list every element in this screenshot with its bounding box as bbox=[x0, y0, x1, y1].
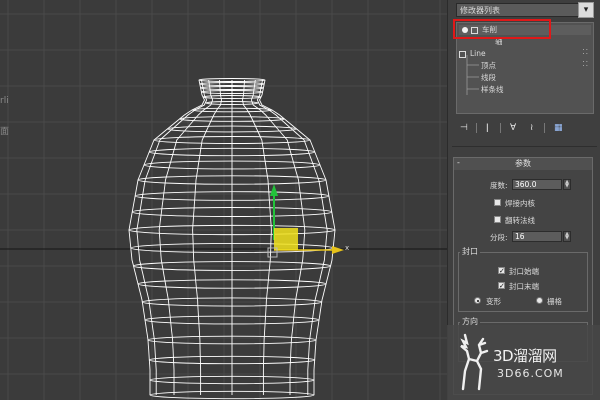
flip-normals-checkbox[interactable] bbox=[494, 216, 501, 223]
perspective-viewport[interactable]: x rli 面 bbox=[0, 0, 447, 400]
flip-normals-label: 翻转法线 bbox=[505, 216, 535, 225]
toolbar-separator bbox=[500, 123, 501, 133]
rollout-title[interactable]: 参数 bbox=[454, 158, 592, 170]
gizmo-xy-plane bbox=[274, 228, 298, 250]
remove-modifier-icon[interactable]: ≀ bbox=[530, 121, 533, 135]
capping-title: 封口 bbox=[460, 246, 480, 257]
vertex-dots-icon: ⁚⁚ bbox=[582, 60, 589, 68]
segments-input[interactable]: 16 bbox=[512, 231, 562, 242]
segments-label: 分段: bbox=[490, 233, 508, 242]
panel-divider bbox=[452, 146, 597, 147]
pin-stack-icon[interactable]: ⊣ bbox=[460, 121, 468, 135]
stack-toolbar: ⊣ ǀ ∀ ≀ ▦ bbox=[458, 121, 588, 135]
grid-label: 栅格 bbox=[547, 297, 562, 306]
tree-lines bbox=[466, 55, 479, 95]
show-end-result-icon[interactable]: ǀ bbox=[486, 121, 489, 135]
degrees-label: 度数: bbox=[490, 181, 508, 190]
toolbar-separator bbox=[476, 123, 477, 133]
segments-spinner[interactable]: ▲ ▼ bbox=[563, 231, 571, 242]
weld-core-label: 焊接内核 bbox=[505, 199, 535, 208]
cap-end-checkbox[interactable]: ✓ bbox=[498, 282, 505, 290]
watermark: 3D溜溜网 3D66.COM bbox=[447, 325, 600, 400]
cap-start-label: 封口始端 bbox=[509, 267, 539, 276]
deer-logo-icon bbox=[460, 333, 489, 391]
degrees-spinner[interactable]: ▲ ▼ bbox=[563, 179, 571, 190]
morph-radio[interactable] bbox=[474, 297, 481, 304]
wireframe-canvas[interactable]: x bbox=[0, 0, 447, 400]
stack-item-spline[interactable]: 样条线 bbox=[481, 85, 504, 95]
cap-start-checkbox[interactable]: ✓ bbox=[498, 267, 505, 275]
stack-item-vertex[interactable]: 顶点 bbox=[481, 61, 496, 71]
left-edge-fragment: 面 bbox=[0, 127, 10, 137]
vase-profile-line bbox=[136, 79, 208, 395]
grid-radio[interactable] bbox=[536, 297, 543, 304]
left-edge-fragment: rli bbox=[0, 96, 9, 106]
watermark-url: 3D66.COM bbox=[497, 367, 564, 380]
modifier-list-dropdown[interactable]: 修改器列表 bbox=[456, 3, 584, 17]
gizmo-x-label: x bbox=[345, 244, 349, 252]
toolbar-separator bbox=[544, 123, 545, 133]
gizmo-y-arrow bbox=[270, 184, 278, 196]
degrees-input[interactable]: 360.0 bbox=[512, 179, 562, 190]
vase-profile-line bbox=[192, 79, 222, 395]
watermark-brand: 3D溜溜网 bbox=[493, 347, 557, 365]
chevron-down-icon[interactable]: ▾ bbox=[578, 2, 594, 18]
vertex-dots-icon: ⁚⁚ bbox=[582, 48, 589, 56]
gizmo-x-arrow bbox=[332, 246, 344, 254]
morph-label: 变形 bbox=[486, 297, 501, 306]
make-unique-icon[interactable]: ∀ bbox=[510, 121, 516, 135]
vase-profile-line bbox=[242, 79, 272, 395]
cap-end-label: 封口末端 bbox=[509, 282, 539, 291]
collapse-icon[interactable]: - bbox=[457, 158, 460, 167]
annotation-highlight-box bbox=[453, 19, 551, 39]
stack-item-segment[interactable]: 线段 bbox=[481, 73, 496, 83]
weld-core-checkbox[interactable] bbox=[494, 199, 501, 206]
configure-sets-icon[interactable]: ▦ bbox=[554, 121, 563, 135]
